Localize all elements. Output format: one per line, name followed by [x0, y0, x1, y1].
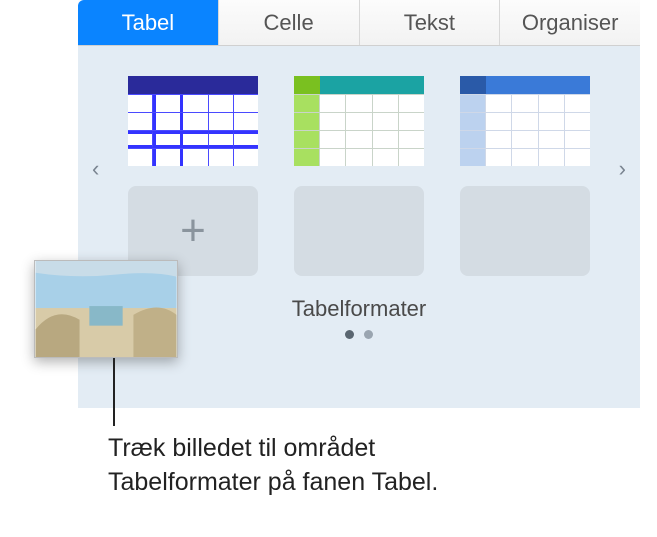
- beach-photo-icon: [35, 261, 177, 357]
- page-dots: [128, 330, 590, 339]
- callout-line: [113, 358, 115, 426]
- table-style-placeholder: [294, 186, 424, 276]
- table-style-2[interactable]: [294, 76, 424, 166]
- table-styles-row-2: +: [128, 186, 590, 276]
- page-dot-2[interactable]: [364, 330, 373, 339]
- styles-next-arrow[interactable]: ›: [619, 156, 626, 182]
- tab-bar: Tabel Celle Tekst Organiser: [78, 0, 640, 46]
- tab-organiser[interactable]: Organiser: [500, 0, 640, 45]
- table-style-placeholder: [460, 186, 590, 276]
- tab-tabel[interactable]: Tabel: [78, 0, 219, 45]
- styles-prev-arrow[interactable]: ‹: [92, 156, 99, 182]
- dragged-image-thumbnail[interactable]: [34, 260, 178, 358]
- table-style-1[interactable]: [128, 76, 258, 166]
- callout-line1: Træk billedet til området: [108, 432, 438, 466]
- callout-line2: Tabelformater på fanen Tabel.: [108, 466, 438, 500]
- page-dot-1[interactable]: [345, 330, 354, 339]
- section-label: Tabelformater: [128, 296, 590, 322]
- tab-celle[interactable]: Celle: [219, 0, 360, 45]
- table-styles-row: [128, 76, 590, 166]
- table-style-3[interactable]: [460, 76, 590, 166]
- callout-text: Træk billedet til området Tabelformater …: [108, 432, 438, 500]
- plus-icon: +: [180, 206, 206, 256]
- tab-tekst[interactable]: Tekst: [360, 0, 501, 45]
